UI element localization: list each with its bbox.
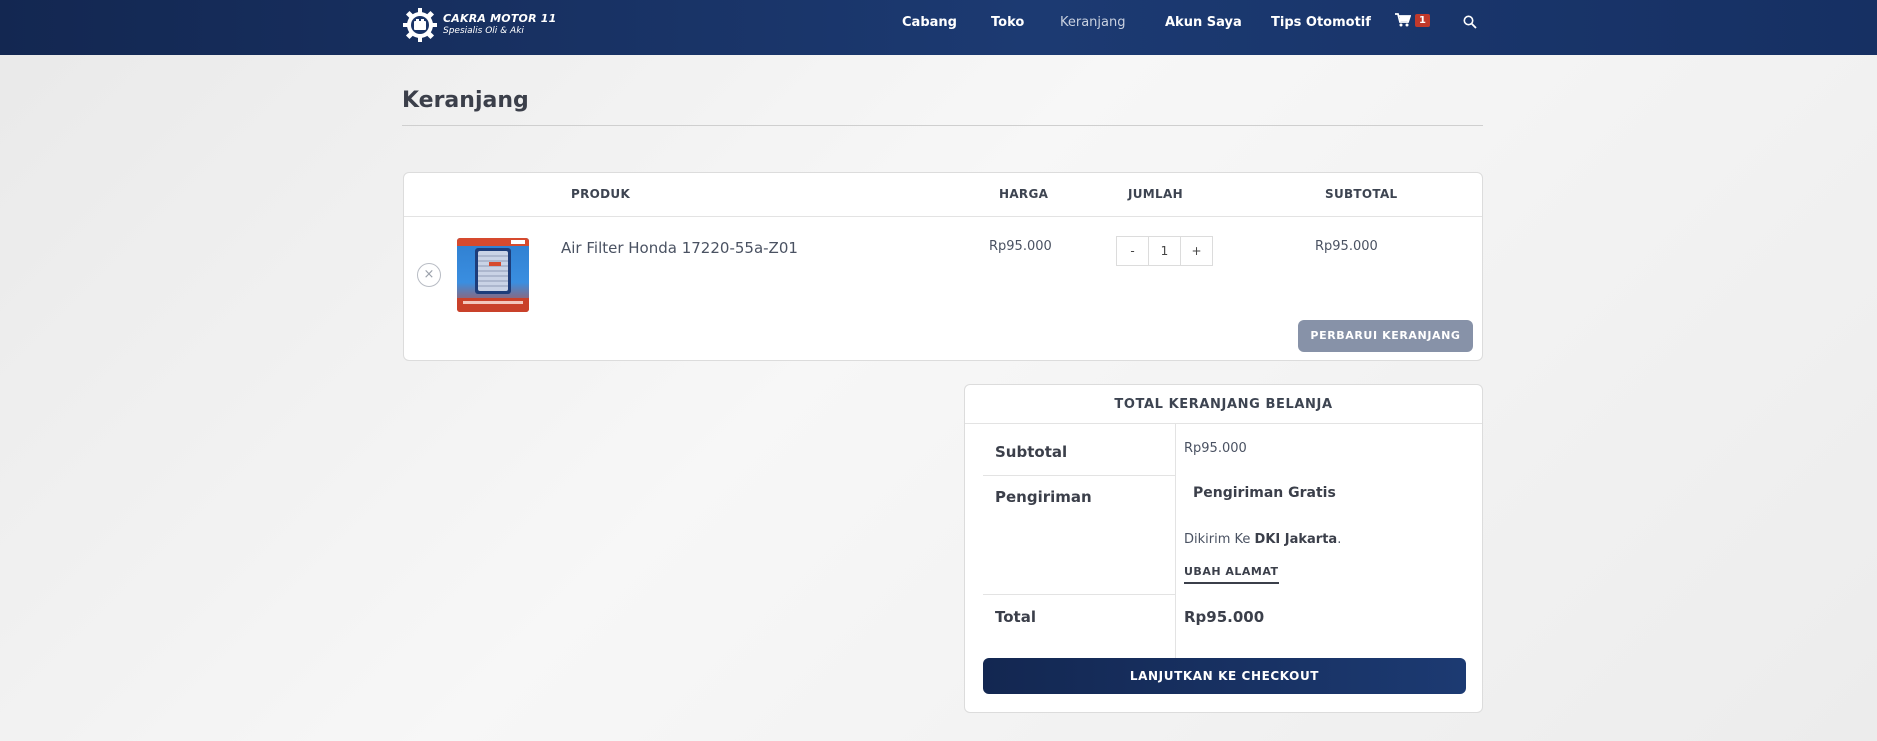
row-divider <box>983 475 1175 476</box>
header-search-button[interactable] <box>1463 14 1477 33</box>
qty-increase-button[interactable]: + <box>1180 236 1213 266</box>
totals-header-divider <box>965 423 1482 424</box>
subtotal-label: Subtotal <box>995 443 1068 461</box>
nav-item-toko[interactable]: Toko <box>991 15 1024 30</box>
nav-item-akun-saya[interactable]: Akun Saya <box>1165 15 1242 30</box>
total-value: Rp95.000 <box>1184 608 1265 626</box>
nav-item-keranjang[interactable]: Keranjang <box>1060 15 1126 30</box>
cart-totals-panel: TOTAL KERANJANG BELANJA Subtotal Rp95.00… <box>964 384 1483 713</box>
gear-logo-icon <box>403 8 437 42</box>
nav-item-cabang[interactable]: Cabang <box>902 15 957 30</box>
product-thumbnail[interactable] <box>457 238 529 312</box>
proceed-to-checkout-button[interactable]: LANJUTKAN KE CHECKOUT <box>983 658 1466 694</box>
cart-totals-heading: TOTAL KERANJANG BELANJA <box>1114 397 1333 412</box>
cart-table: PRODUK HARGA JUMLAH SUBTOTAL × Air Filte… <box>403 172 1483 361</box>
column-header-product: PRODUK <box>571 187 631 201</box>
cart-count-badge: 1 <box>1415 13 1430 27</box>
change-address-link[interactable]: UBAH ALAMAT <box>1184 565 1279 584</box>
search-icon <box>1463 15 1477 29</box>
shipping-destination-prefix: Dikirim Ke <box>1184 532 1255 547</box>
shipping-destination-suffix: . <box>1337 532 1342 547</box>
brand-title: CAKRA MOTOR 11 <box>443 12 557 25</box>
shipping-label: Pengiriman <box>995 488 1092 506</box>
column-header-price: HARGA <box>999 187 1049 201</box>
table-header-divider <box>404 216 1482 217</box>
header-cart-button[interactable]: 1 <box>1395 13 1430 27</box>
nav-item-tips-otomotif[interactable]: Tips Otomotif <box>1271 15 1371 30</box>
brand-text: CAKRA MOTOR 11 Spesialis Oli & Aki <box>443 13 556 37</box>
air-filter-image <box>457 238 529 312</box>
brand-logo[interactable]: CAKRA MOTOR 11 Spesialis Oli & Aki <box>402 5 556 45</box>
total-label: Total <box>995 608 1036 626</box>
row-divider <box>983 594 1175 595</box>
product-price: Rp95.000 <box>989 239 1052 254</box>
column-header-subtotal: SUBTOTAL <box>1325 187 1398 201</box>
shipping-destination-region: DKI Jakarta <box>1254 532 1338 547</box>
qty-input[interactable]: 1 <box>1148 236 1181 266</box>
column-header-qty: JUMLAH <box>1128 187 1183 201</box>
title-divider <box>402 125 1483 126</box>
page-title: Keranjang <box>402 88 529 113</box>
qty-decrease-button[interactable]: - <box>1116 236 1149 266</box>
update-cart-button[interactable]: PERBARUI KERANJANG <box>1298 320 1473 352</box>
shipping-destination: Dikirim Ke DKI Jakarta. <box>1184 532 1341 547</box>
remove-item-button[interactable]: × <box>417 263 441 287</box>
subtotal-value: Rp95.000 <box>1184 441 1247 456</box>
top-navigation-bar: CAKRA MOTOR 11 Spesialis Oli & Aki Caban… <box>0 0 1877 55</box>
quantity-stepper: - 1 + <box>1116 236 1213 266</box>
cart-icon <box>1395 13 1411 27</box>
brand-subtitle: Spesialis Oli & Aki <box>443 26 524 36</box>
totals-column-divider <box>1175 424 1176 680</box>
product-subtotal: Rp95.000 <box>1315 239 1378 254</box>
shipping-method: Pengiriman Gratis <box>1193 485 1336 501</box>
product-name-link[interactable]: Air Filter Honda 17220-55a-Z01 <box>561 239 798 257</box>
